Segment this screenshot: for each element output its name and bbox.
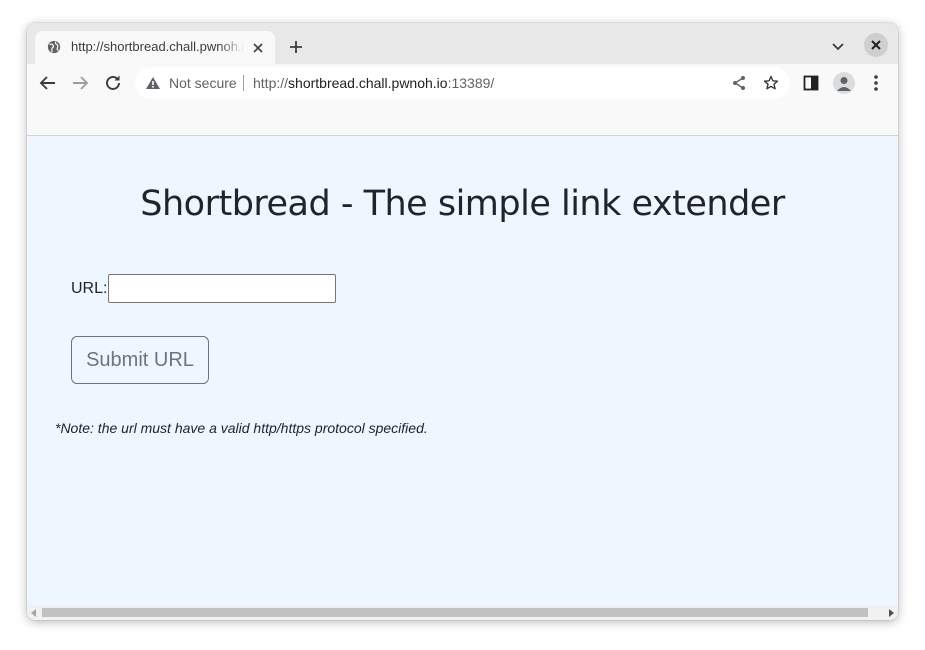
address-bar[interactable]: Not secure http://shortbread.chall.pwnoh… [135, 67, 790, 99]
scroll-right-arrow-icon[interactable] [889, 609, 894, 617]
url-input[interactable] [108, 274, 336, 303]
url-text[interactable]: http://shortbread.chall.pwnoh.io:13389/ [253, 75, 494, 91]
person-icon [837, 77, 851, 91]
chevron-down-icon[interactable] [830, 41, 846, 53]
page-title: Shortbread - The simple link extender [140, 184, 785, 224]
bookmark-star-icon[interactable] [763, 75, 779, 91]
warning-icon[interactable] [145, 76, 161, 90]
globe-icon [47, 40, 61, 54]
browser-tab[interactable]: http://shortbread.chall.pwnoh.io:13389/ [35, 31, 275, 64]
profile-avatar-icon[interactable] [833, 72, 855, 94]
security-status[interactable]: Not secure [169, 75, 237, 91]
forward-arrow-icon[interactable] [71, 74, 89, 92]
close-icon [871, 40, 881, 50]
protocol-note: *Note: the url must have a valid http/ht… [55, 420, 428, 436]
horizontal-scrollbar[interactable] [27, 605, 898, 620]
window-close-button[interactable] [864, 33, 888, 57]
share-icon[interactable] [731, 75, 747, 91]
browser-toolbar: Not secure http://shortbread.chall.pwnoh… [27, 64, 898, 102]
url-label: URL: [71, 280, 108, 297]
more-options-icon[interactable] [873, 74, 879, 92]
side-panel-icon[interactable] [803, 75, 819, 91]
page-content: Shortbread - The simple link extender UR… [27, 135, 898, 605]
scroll-left-arrow-icon[interactable] [31, 609, 36, 617]
back-arrow-icon[interactable] [39, 74, 57, 92]
tab-strip: http://shortbread.chall.pwnoh.io:13389/ [27, 23, 898, 64]
omnibox-divider [243, 75, 244, 91]
close-tab-icon[interactable] [251, 41, 265, 55]
url-port-path: :13389/ [447, 75, 495, 91]
url-host: shortbread.chall.pwnoh.io [288, 75, 448, 91]
new-tab-icon[interactable] [288, 39, 304, 55]
reload-icon[interactable] [104, 74, 122, 92]
scrollbar-thumb[interactable] [42, 608, 868, 617]
browser-window: http://shortbread.chall.pwnoh.io:13389/ [27, 23, 898, 620]
url-scheme: http:// [253, 75, 289, 91]
submit-url-button[interactable]: Submit URL [71, 336, 209, 384]
tab-title: http://shortbread.chall.pwnoh.io:13389/ [71, 39, 245, 54]
